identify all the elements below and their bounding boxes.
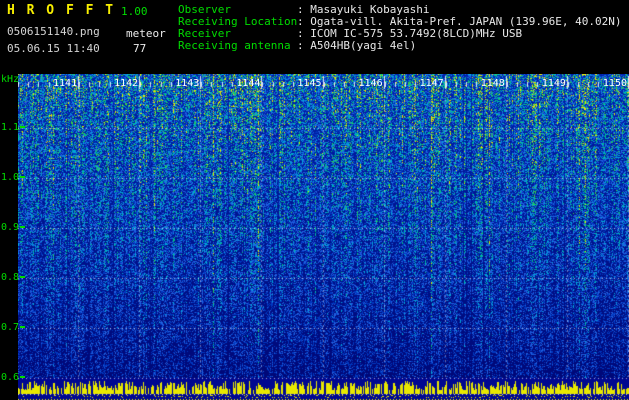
info-colon: :: [297, 39, 311, 52]
receiver-info: Observer: Masayuki Kobayashi Receiving Lo…: [178, 4, 622, 52]
datetime-label: 05.06.15 11:40: [7, 42, 100, 55]
info-label: Receiving antenna: [178, 39, 291, 52]
mode-label: meteor: [126, 27, 166, 40]
meteor-count: 77: [133, 42, 147, 55]
spectrogram-plot: [18, 74, 629, 400]
freq-axis-unit: kHz: [1, 74, 20, 85]
info-value: A504HB(yagi 4el): [310, 39, 417, 52]
app-title: H R O F F T: [7, 3, 116, 18]
app-version: 1.00: [121, 5, 148, 18]
info-row-3: Receiving antenna: A504HB(yagi 4el): [178, 40, 622, 52]
hrofft-window: H R O F F T 1.00 0506151140.png meteor 0…: [0, 0, 629, 400]
spectrogram-canvas: [18, 74, 629, 400]
output-filename: 0506151140.png: [7, 25, 100, 38]
